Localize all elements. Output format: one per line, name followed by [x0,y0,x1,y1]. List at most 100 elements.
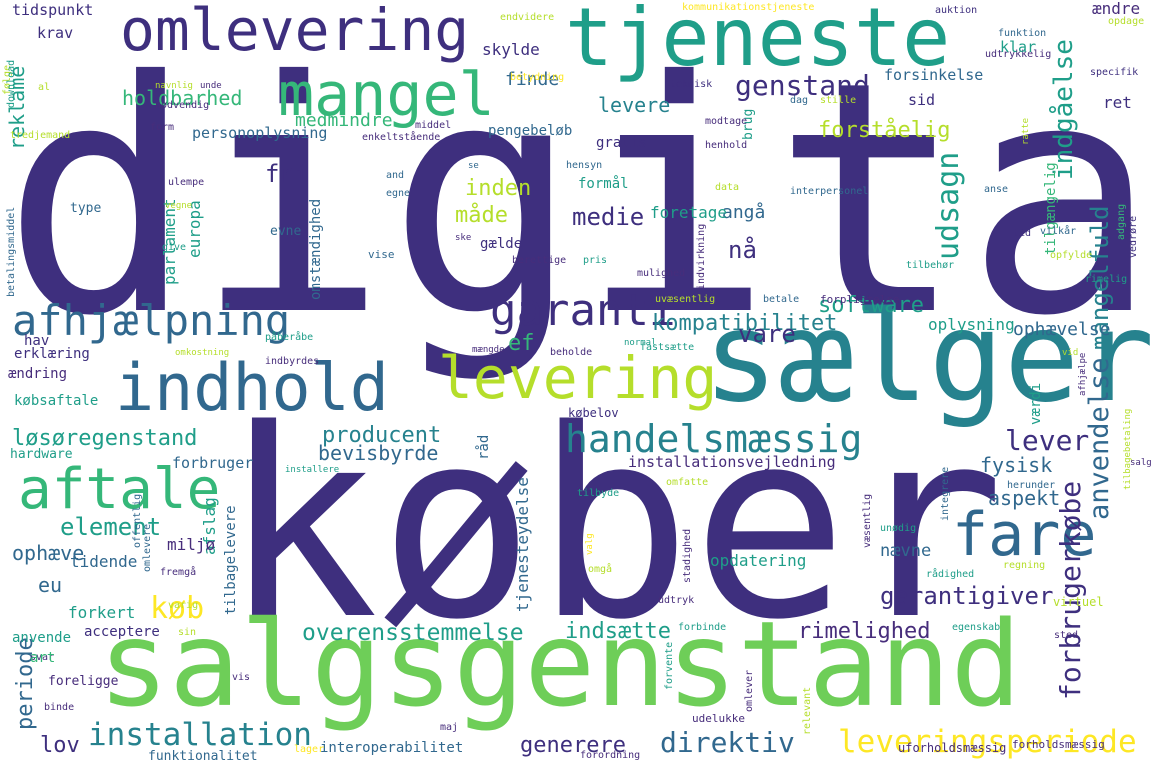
word-eu: eu [38,573,62,597]
word-udelukke: udelukke [692,712,745,725]
word-ske: ske [455,233,471,243]
word-angå: angå [722,202,765,223]
word-sid: sid [908,91,935,109]
word-betale: betale [763,294,799,305]
word-gælde: gælde [480,236,522,252]
word-vise: vise [368,248,395,261]
word-væsentlig: væsentlig [862,494,873,548]
word-levere: levere [598,93,670,117]
word-stadighed: stadighed [682,529,693,583]
word-betalingsmiddel: betalingsmiddel [6,207,17,297]
word-forpligtelse: forpligtelse [820,293,899,306]
word-ulempe: ulempe [168,177,204,188]
word-mulighed: mulighed [637,268,685,279]
word-endvidere: endvidere [500,12,554,23]
word-beholde: beholde [550,347,592,358]
word-ef: ef [508,331,535,356]
word-vegne: vegne [165,201,192,211]
word-omkostning: omkostning [175,348,229,358]
word-data: data [715,182,739,193]
word-tidspunkt: tidspunkt [12,1,93,19]
word-direktiv: direktiv [660,726,795,759]
word-fastsætte: fastsætte [640,342,694,353]
word-miljø: miljø [167,535,216,554]
word-krav: krav [37,24,73,42]
word-tjenesteydelse: tjenesteydelse [513,477,532,612]
word-unde: unde [200,81,222,91]
word-forbinde: forbinde [678,622,726,633]
word-ret: ret [1103,93,1132,112]
word-forbruger: forbruger [172,454,253,472]
word-give: give [162,242,186,253]
word-opdatering: opdatering [710,551,806,570]
word-art: art [30,650,55,666]
word-indgåelse: indgåelse [1048,39,1079,180]
word-type: type [70,201,101,216]
word-dag: dag [790,95,808,106]
word-lager: lager [294,744,324,755]
word-maj: maj [440,722,458,733]
word-forståelig: forståelig [818,117,950,143]
word-tilbagelevere: tilbagelevere [223,505,239,615]
word-indbyrdes: indbyrdes [265,356,319,367]
word-tilbehør: tilbehør [906,260,954,271]
word-al: al [38,82,50,93]
word-unødig: unødig [880,523,916,534]
word-omlever: omlever [744,670,755,712]
word-nødvendig: nødvendig [155,100,209,111]
word-specifik: specifik [1090,67,1138,78]
word-oplysning: oplysning [928,315,1015,334]
word-forsinkelse: forsinkelse [884,66,983,84]
word-værdi: værdi [1028,383,1044,425]
word-se: se [468,161,479,171]
word-uvæsentlig: uvæsentlig [655,294,715,305]
word-binde: binde [44,702,74,713]
word-erklæring: erklæring [14,346,90,362]
word-and: and [386,170,404,181]
word-form: form [150,122,174,133]
word-download: download [6,60,17,108]
word-fri: fri [265,160,308,188]
word-forordning: forordning [580,750,640,761]
word-egenskab: egenskab [952,622,1000,633]
word-pris: pris [583,255,607,266]
word-interpersonel: interpersonel [790,186,868,197]
word-vis: vis [232,672,250,683]
word-hensyn: hensyn [566,160,602,171]
word-stille: stille [820,95,856,106]
word-påberåbe: påberåbe [265,330,313,343]
word-foretage: foretage [650,203,727,222]
word-formål: formål [578,175,629,192]
word-anse: anse [984,184,1008,195]
word-vilkår: vilkår [1040,224,1076,237]
word-funktionalitet: funktionalitet [148,749,258,764]
word-personoplysning: personoplysning [192,124,327,142]
word-bevisbyrde: bevisbyrde [318,441,438,465]
word-sin: sin [178,627,196,638]
word-indhold: indhold [115,351,389,426]
word-hardware: hardware [10,447,73,462]
word-indvirkning: indvirkning [696,224,707,290]
word-anvende: anvende [12,630,71,646]
word-omstændighed: omstændighed [308,199,324,300]
word-opfylde: opfylde [1050,250,1092,261]
word-klar: klar [1000,38,1036,56]
word-rimelighed: rimelighed [798,619,930,644]
word-betydning: betydning [510,72,564,83]
word-evne: evne [270,224,301,239]
word-forvente: forvente [664,642,675,690]
word-uforholdsmæssig: uforholdsmæssig [898,741,1006,755]
word-forbrugerkøbe: forbrugerkøbe [1054,481,1087,700]
word-vare: vare [738,320,796,348]
word-tidende: tidende [70,552,137,571]
word-afhjælpning: afhjælpning [12,296,290,345]
word-fremgå: fremgå [160,565,196,578]
word-opdage: opdage [1108,16,1144,27]
word-auktion: auktion [935,5,977,16]
word-omlevering: omlevering [120,0,469,64]
word-garantigiver: garantigiver [880,582,1053,610]
word-ratte: ratte [1021,118,1031,145]
word-installation: installation [88,717,312,753]
word-modtage: modtage [705,116,747,127]
word-relevant: relevant [802,687,813,735]
